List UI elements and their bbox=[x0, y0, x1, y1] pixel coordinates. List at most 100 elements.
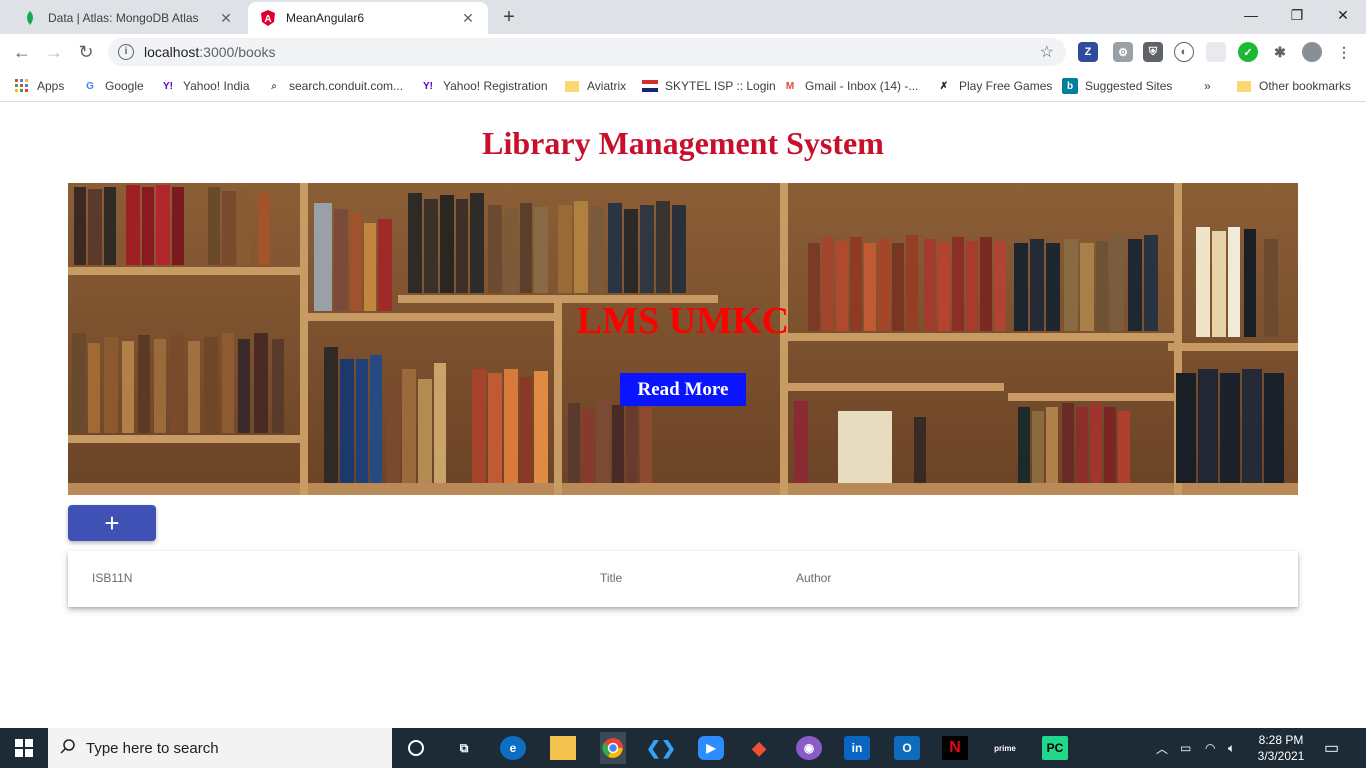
chevron-double-icon: » bbox=[1204, 79, 1211, 93]
close-window-button[interactable]: ✕ bbox=[1320, 0, 1366, 30]
file-explorer-icon[interactable] bbox=[550, 736, 576, 760]
close-icon[interactable]: ✕ bbox=[218, 10, 234, 27]
page-title: Library Management System bbox=[482, 125, 884, 161]
taskbar-search-box[interactable]: Type here to search bbox=[48, 728, 392, 768]
search-icon: ⌕ bbox=[271, 80, 277, 92]
games-icon: ✗ bbox=[939, 80, 949, 92]
notifications-icon[interactable]: ▭ bbox=[1324, 728, 1339, 768]
outlook-icon[interactable]: O bbox=[894, 736, 920, 760]
bookmark-label: Play Free Games bbox=[959, 79, 1053, 93]
bookmark-suggested-sites[interactable]: b Suggested Sites bbox=[1062, 76, 1172, 96]
bookmark-other[interactable]: Other bookmarks bbox=[1236, 76, 1351, 96]
yahoo-icon: Y! bbox=[423, 80, 433, 92]
taskbar-clock[interactable]: 8:28 PM 3/3/2021 bbox=[1248, 732, 1314, 764]
bookmark-label: Other bookmarks bbox=[1259, 79, 1352, 93]
bookmark-apps[interactable]: Apps bbox=[14, 76, 64, 96]
leaf-icon bbox=[22, 10, 38, 26]
back-arrow-icon[interactable]: ← bbox=[10, 40, 34, 64]
bookmark-label: Google bbox=[105, 79, 144, 93]
pycharm-icon[interactable]: PC bbox=[1042, 736, 1068, 760]
git-icon[interactable]: ◆ bbox=[746, 736, 772, 760]
extension-icon[interactable]: ⚙ bbox=[1113, 42, 1133, 62]
info-icon[interactable]: i bbox=[118, 44, 134, 60]
cortana-icon[interactable] bbox=[403, 736, 429, 760]
edge-icon[interactable]: e bbox=[500, 736, 526, 760]
yahoo-icon: Y! bbox=[163, 80, 173, 92]
bookmark-label: Suggested Sites bbox=[1085, 79, 1173, 93]
flag-icon bbox=[642, 78, 658, 94]
bookmark-play-free-games[interactable]: ✗ Play Free Games bbox=[936, 76, 1053, 96]
more-bookmarks-button[interactable]: » bbox=[1204, 76, 1211, 96]
bookmark-label: Aviatrix bbox=[587, 79, 627, 93]
battery-icon[interactable]: ▭ bbox=[1180, 728, 1191, 768]
column-header-author[interactable]: Author bbox=[796, 571, 831, 585]
search-icon bbox=[60, 738, 76, 758]
netflix-icon[interactable]: N bbox=[942, 736, 968, 760]
bookmark-google[interactable]: G Google bbox=[82, 76, 144, 96]
browser-toolbar: ← → ↻ i localhost:3000/books ☆ Z ⚙ ⛨ ◐ ✓… bbox=[0, 34, 1366, 70]
tab-meanangular6[interactable]: A MeanAngular6 ✕ bbox=[248, 2, 488, 34]
add-book-button[interactable]: + bbox=[68, 505, 156, 541]
gmail-icon: M bbox=[785, 80, 795, 92]
bookmark-skytel[interactable]: SKYTEL ISP :: Login bbox=[642, 76, 776, 96]
reload-icon[interactable]: ↻ bbox=[74, 40, 98, 64]
bookmark-yahoo-registration[interactable]: Y! Yahoo! Registration bbox=[420, 76, 548, 96]
column-header-isbn[interactable]: ISB11N bbox=[92, 571, 132, 585]
bookmark-label: search.conduit.com... bbox=[289, 79, 404, 93]
windows-taskbar: Type here to search ⧉ e ❮❯ ▶ ◆ ◉ in O N … bbox=[0, 728, 1366, 768]
prime-video-icon[interactable]: prime bbox=[992, 736, 1018, 760]
zotero-extension-icon[interactable]: Z bbox=[1078, 42, 1098, 62]
chrome-icon[interactable] bbox=[600, 732, 626, 764]
new-tab-button[interactable]: + bbox=[497, 6, 521, 28]
bookmark-label: Yahoo! India bbox=[183, 79, 250, 93]
hero-title: LMS UMKC bbox=[576, 300, 790, 342]
angular-icon: A bbox=[260, 10, 276, 26]
wifi-icon[interactable]: ◠ bbox=[1205, 728, 1215, 768]
taskbar-search-placeholder: Type here to search bbox=[86, 739, 219, 757]
extension-icon[interactable]: ◐ bbox=[1174, 42, 1194, 62]
address-path: :3000/books bbox=[199, 44, 276, 60]
volume-icon[interactable]: 🔈︎ bbox=[1228, 728, 1235, 768]
read-more-button[interactable]: Read More bbox=[620, 373, 746, 406]
clock-time: 8:28 PM bbox=[1258, 733, 1304, 747]
extension-icon[interactable] bbox=[1206, 42, 1226, 62]
tab-strip: Data | Atlas: MongoDB Atlas ✕ A MeanAngu… bbox=[0, 0, 1366, 34]
forward-arrow-icon[interactable]: → bbox=[42, 40, 66, 64]
restore-button[interactable]: ❐ bbox=[1274, 0, 1320, 30]
bookmark-conduit[interactable]: ⌕ search.conduit.com... bbox=[266, 76, 403, 96]
bookmark-yahoo-india[interactable]: Y! Yahoo! India bbox=[160, 76, 250, 96]
vscode-icon[interactable]: ❮❯ bbox=[646, 736, 676, 760]
bing-icon: b bbox=[1062, 78, 1078, 94]
tab-mongodb-atlas[interactable]: Data | Atlas: MongoDB Atlas ✕ bbox=[10, 2, 246, 34]
github-desktop-icon[interactable]: ◉ bbox=[796, 736, 822, 760]
puzzle-icon[interactable]: ✱ bbox=[1270, 42, 1290, 62]
bookmark-label: Gmail - Inbox (14) -... bbox=[805, 79, 919, 93]
address-bar[interactable]: i localhost:3000/books ☆ bbox=[108, 38, 1066, 66]
folder-icon bbox=[1236, 78, 1252, 94]
linkedin-icon[interactable]: in bbox=[844, 736, 870, 760]
books-table: ISB11N Title Author bbox=[68, 551, 1298, 607]
svg-text:A: A bbox=[264, 14, 271, 25]
hero-banner: LMS UMKC Read More bbox=[68, 183, 1298, 495]
browser-chrome: Data | Atlas: MongoDB Atlas ✕ A MeanAngu… bbox=[0, 0, 1366, 102]
bookmark-star-icon[interactable]: ☆ bbox=[1040, 42, 1054, 62]
bookmark-gmail[interactable]: M Gmail - Inbox (14) -... bbox=[782, 76, 919, 96]
close-icon[interactable]: ✕ bbox=[460, 10, 476, 27]
column-header-title[interactable]: Title bbox=[600, 571, 622, 585]
bookmarks-bar: Apps G Google Y! Yahoo! India ⌕ search.c… bbox=[0, 70, 1366, 102]
avatar[interactable] bbox=[1302, 42, 1322, 62]
clock-date: 3/3/2021 bbox=[1257, 749, 1305, 763]
tab-title: Data | Atlas: MongoDB Atlas bbox=[48, 11, 199, 25]
windows-start-icon[interactable] bbox=[0, 728, 48, 768]
bookmark-aviatrix[interactable]: Aviatrix bbox=[564, 76, 626, 96]
shield-extension-icon[interactable]: ⛨ bbox=[1143, 42, 1163, 62]
zoom-icon[interactable]: ▶ bbox=[698, 736, 724, 760]
menu-dots-icon[interactable]: ⋮ bbox=[1334, 42, 1354, 62]
bookmark-label: SKYTEL ISP :: Login bbox=[665, 79, 776, 93]
check-extension-icon[interactable]: ✓ bbox=[1238, 42, 1258, 62]
minimize-button[interactable]: — bbox=[1228, 0, 1274, 30]
chevron-up-icon[interactable]: ︿ bbox=[1156, 728, 1168, 768]
bookmark-label: Apps bbox=[37, 79, 65, 93]
folder-icon bbox=[564, 78, 580, 94]
task-view-icon[interactable]: ⧉ bbox=[451, 736, 477, 760]
